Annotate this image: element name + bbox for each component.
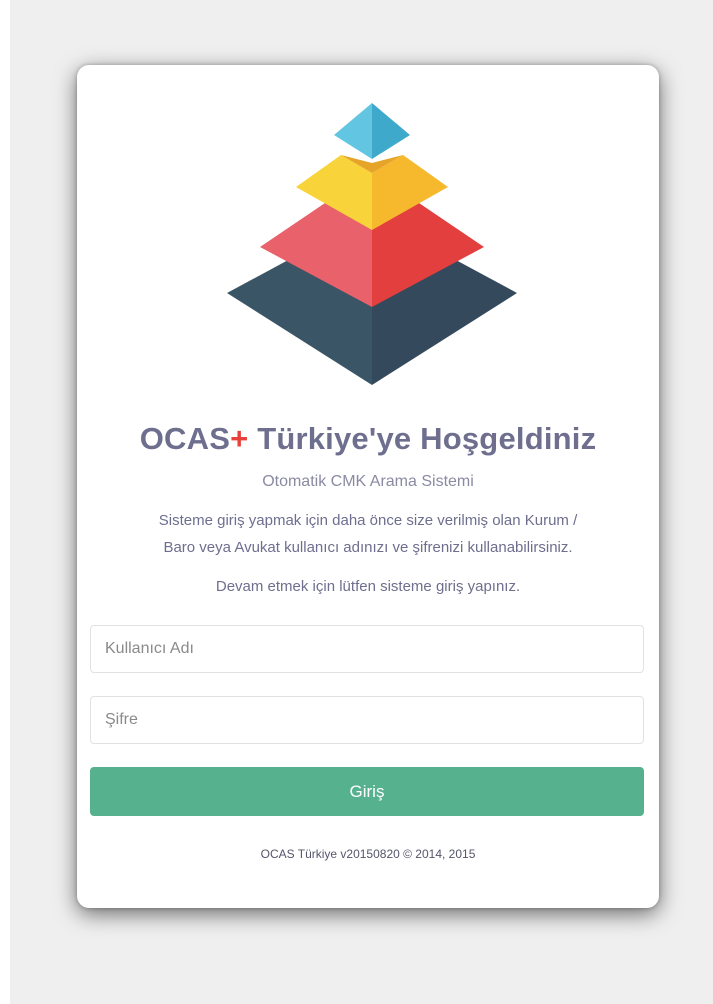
pyramid-top-right — [372, 103, 410, 159]
login-button[interactable]: Giriş — [90, 767, 644, 816]
title-rest: Türkiye'ye Hoşgeldiniz — [248, 421, 597, 456]
info-text: Sisteme giriş yapmak için daha önce size… — [87, 507, 649, 561]
brand-name: OCAS — [139, 421, 231, 456]
page-title: OCAS+ Türkiye'ye Hoşgeldiniz — [77, 421, 659, 457]
pyramid-top-left — [334, 103, 372, 159]
page-edge — [0, 0, 10, 1004]
login-prompt: Devam etmek için lütfen sisteme giriş ya… — [215, 578, 521, 595]
password-input[interactable] — [90, 696, 644, 744]
info-line-1: Sisteme giriş yapmak için daha önce size… — [158, 512, 578, 529]
page-subtitle: Otomatik CMK Arama Sistemi — [262, 473, 474, 490]
pyramid-logo — [227, 103, 517, 385]
brand-plus: + — [230, 421, 249, 456]
version-footer: OCAS Türkiye v20150820 © 2014, 2015 — [260, 847, 476, 861]
login-card: OCAS+ Türkiye'ye Hoşgeldiniz Otomatik CM… — [77, 65, 659, 908]
info-line-2: Baro veya Avukat kullanıcı adınızı ve şi… — [163, 539, 573, 556]
username-input[interactable] — [90, 625, 644, 673]
